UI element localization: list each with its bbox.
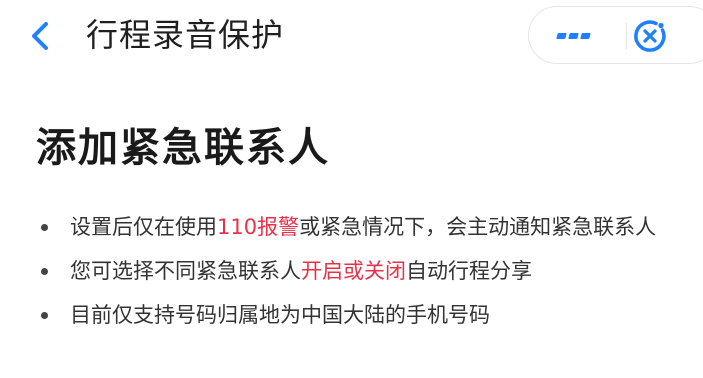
page-title: 行程录音保护: [86, 16, 285, 54]
item-text: 自动行程分享: [406, 259, 532, 283]
item-text: 设置后仅在使用: [70, 215, 217, 239]
bullet-dot: [41, 224, 48, 231]
list-item: 设置后仅在使用110报警或紧急情况下，会主动通知紧急联系人: [0, 212, 703, 242]
item-highlight: 开启或关闭: [301, 259, 406, 283]
navigation-bar: 行程录音保护: [0, 0, 703, 72]
info-list: 设置后仅在使用110报警或紧急情况下，会主动通知紧急联系人 您可选择不同紧急联系…: [0, 212, 703, 344]
item-highlight: 110报警: [217, 215, 300, 239]
close-mini-program-button[interactable]: [632, 18, 668, 54]
item-text: 目前仅支持号码归属地为中国大陆的手机号码: [70, 303, 490, 327]
mini-program-capsule: [528, 6, 703, 64]
close-circle-icon: [634, 20, 666, 52]
back-button[interactable]: [24, 18, 60, 54]
capsule-divider: [626, 23, 627, 49]
list-item: 您可选择不同紧急联系人开启或关闭自动行程分享: [0, 256, 703, 286]
item-text: 您可选择不同紧急联系人: [70, 259, 301, 283]
bullet-dot: [41, 268, 48, 275]
more-dots-icon: [556, 33, 591, 39]
list-item: 目前仅支持号码归属地为中国大陆的手机号码: [0, 300, 703, 330]
section-heading: 添加紧急联系人: [36, 125, 330, 171]
chevron-left-icon: [32, 22, 48, 50]
more-button[interactable]: [553, 21, 599, 51]
bullet-dot: [41, 312, 48, 319]
item-text: 或紧急情况下，会主动通知紧急联系人: [299, 215, 657, 239]
